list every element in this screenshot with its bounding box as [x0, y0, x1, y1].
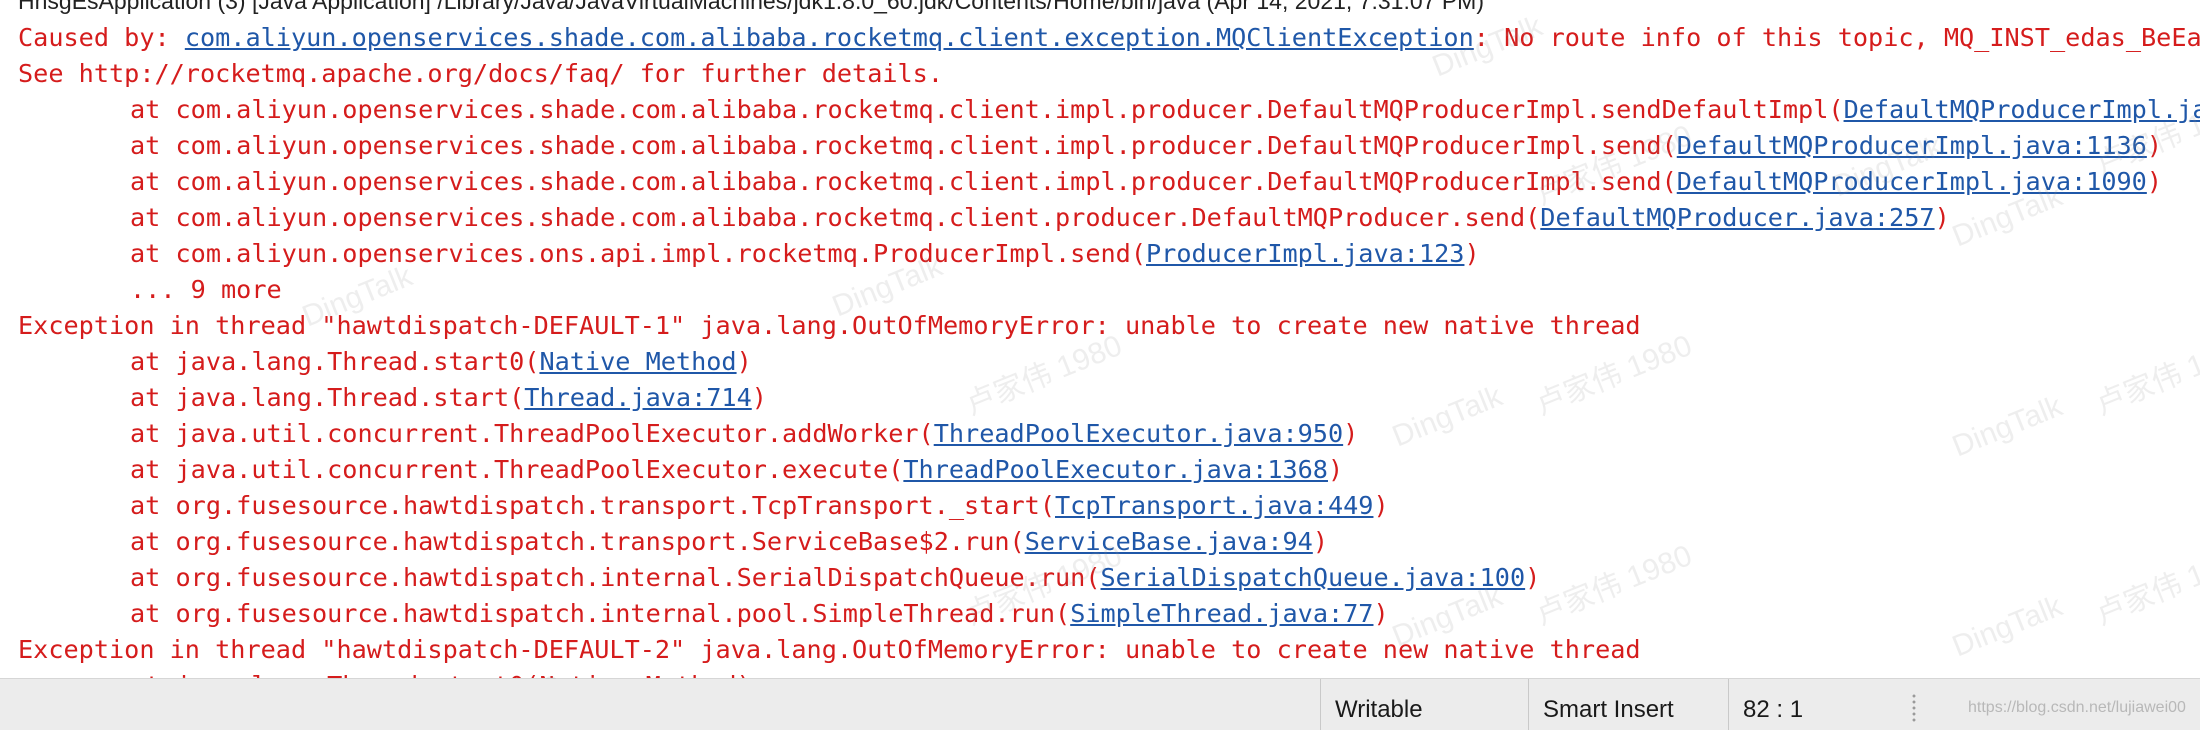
- line-text: Exception in thread "hawtdispatch-DEFAUL…: [18, 635, 1641, 664]
- status-bar: Writable Smart Insert 82 : 1 https://blo…: [0, 679, 2200, 730]
- source-link[interactable]: DefaultMQProducerImpl.java:1136: [1677, 131, 2147, 160]
- line-text: at java.lang.Thread.start(: [130, 383, 525, 412]
- source-link[interactable]: SimpleThread.java:77: [1070, 599, 1373, 628]
- source-link[interactable]: ThreadPoolExecutor.java:950: [934, 419, 1343, 448]
- line-text: See http://rocketmq.apache.org/docs/faq/…: [18, 59, 944, 88]
- line-text: at org.fusesource.hawtdispatch.transport…: [130, 491, 1056, 520]
- stack-frame-line: at java.util.concurrent.ThreadPoolExecut…: [18, 452, 2200, 488]
- stack-frame-line: at java.lang.Thread.start(Thread.java:71…: [18, 380, 2200, 416]
- line-text-suffix: ): [1327, 455, 1344, 484]
- source-link[interactable]: Native Method: [539, 347, 736, 376]
- source-link[interactable]: ProducerImpl.java:123: [1146, 239, 1464, 268]
- status-write-mode-label: Writable: [1335, 696, 1423, 723]
- line-text: Caused by:: [18, 23, 185, 52]
- status-write-mode: Writable: [1320, 679, 1528, 730]
- line-text-suffix: ): [1373, 491, 1389, 520]
- line-text: at java.lang.Thread.start0(Native Method…: [130, 671, 752, 678]
- line-text: at org.fusesource.hawtdispatch.transport…: [130, 527, 1025, 556]
- line-text: at com.aliyun.openservices.shade.com.ali…: [130, 95, 1844, 124]
- line-text-suffix: ): [1934, 203, 1950, 232]
- stack-frame-line: at java.lang.Thread.start0(Native Method…: [18, 668, 2200, 678]
- line-text-suffix: : No route info of this topic, MQ_INST_e…: [1473, 23, 2200, 52]
- line-text-suffix: ): [1312, 527, 1328, 556]
- status-cursor-position-label: 82 : 1: [1743, 696, 1804, 723]
- line-text-suffix: ): [1373, 599, 1389, 628]
- stack-frame-line: at java.util.concurrent.ThreadPoolExecut…: [18, 416, 2200, 452]
- line-text: ... 9 more: [130, 275, 282, 304]
- console-output: Caused by: com.aliyun.openservices.shade…: [18, 20, 2200, 678]
- source-link[interactable]: SerialDispatchQueue.java:100: [1101, 563, 1526, 592]
- source-link[interactable]: DefaultMQProducerImpl.java:585: [1844, 95, 2200, 124]
- line-text: at java.util.concurrent.ThreadPoolExecut…: [130, 455, 904, 484]
- status-insert-mode-label: Smart Insert: [1543, 696, 1674, 723]
- stack-frame-line: at com.aliyun.openservices.shade.com.ali…: [18, 164, 2200, 200]
- stack-frame-line: at org.fusesource.hawtdispatch.internal.…: [18, 596, 2200, 632]
- stack-frame-line: at com.aliyun.openservices.ons.api.impl.…: [18, 236, 2200, 272]
- stack-frame-line: at org.fusesource.hawtdispatch.internal.…: [18, 560, 2200, 596]
- source-link[interactable]: DefaultMQProducerImpl.java:1090: [1677, 167, 2147, 196]
- stack-frame-line: ... 9 more: [18, 272, 2200, 308]
- line-text: at com.aliyun.openservices.shade.com.ali…: [130, 203, 1541, 232]
- stack-frame-line: at org.fusesource.hawtdispatch.transport…: [18, 488, 2200, 524]
- line-text-suffix: ): [1343, 419, 1359, 448]
- exception-line: See http://rocketmq.apache.org/docs/faq/…: [18, 56, 2200, 92]
- stack-frame-line: at com.aliyun.openservices.shade.com.ali…: [18, 128, 2200, 164]
- console-view[interactable]: HnsgEsApplication (3) [Java Application]…: [0, 0, 2200, 679]
- status-insert-mode: Smart Insert: [1528, 679, 1728, 730]
- exception-line: Exception in thread "hawtdispatch-DEFAUL…: [18, 308, 2200, 344]
- blog-credit-watermark: https://blog.csdn.net/lujiawei00: [1968, 699, 2186, 716]
- line-text-suffix: ): [1464, 239, 1480, 268]
- stack-frame-line: at java.lang.Thread.start0(Native Method…: [18, 344, 2200, 380]
- line-text-suffix: ): [736, 347, 752, 376]
- source-link[interactable]: com.aliyun.openservices.shade.com.alibab…: [185, 23, 1474, 52]
- stack-frame-line: at com.aliyun.openservices.shade.com.ali…: [18, 92, 2200, 128]
- source-link[interactable]: ServiceBase.java:94: [1025, 527, 1313, 556]
- line-text: at com.aliyun.openservices.shade.com.ali…: [130, 131, 1677, 160]
- line-text: at java.util.concurrent.ThreadPoolExecut…: [130, 419, 934, 448]
- exception-line: Exception in thread "hawtdispatch-DEFAUL…: [18, 632, 2200, 668]
- status-cursor-position: 82 : 1: [1728, 679, 1904, 730]
- line-text-suffix: ): [1525, 563, 1541, 592]
- line-text: at org.fusesource.hawtdispatch.internal.…: [130, 563, 1101, 592]
- source-link[interactable]: TcpTransport.java:449: [1055, 491, 1373, 520]
- line-text: Exception in thread "hawtdispatch-DEFAUL…: [18, 311, 1641, 340]
- source-link[interactable]: DefaultMQProducer.java:257: [1540, 203, 1934, 232]
- line-text: at com.aliyun.openservices.shade.com.ali…: [130, 167, 1677, 196]
- line-text: at java.lang.Thread.start0(: [130, 347, 540, 376]
- line-text-suffix: ): [751, 383, 767, 412]
- source-link[interactable]: Thread.java:714: [524, 383, 751, 412]
- status-bar-grip-icon[interactable]: [1912, 693, 1916, 723]
- line-text-suffix: ): [2146, 167, 2163, 196]
- stack-frame-line: at com.aliyun.openservices.shade.com.ali…: [18, 200, 2200, 236]
- line-text-suffix: ): [2146, 131, 2163, 160]
- line-text: at com.aliyun.openservices.ons.api.impl.…: [130, 239, 1146, 268]
- source-link[interactable]: ThreadPoolExecutor.java:1368: [903, 455, 1328, 484]
- line-text: at org.fusesource.hawtdispatch.internal.…: [130, 599, 1071, 628]
- stack-frame-line: at org.fusesource.hawtdispatch.transport…: [18, 524, 2200, 560]
- console-launch-header: HnsgEsApplication (3) [Java Application]…: [18, 0, 1484, 14]
- exception-line: Caused by: com.aliyun.openservices.shade…: [18, 20, 2200, 56]
